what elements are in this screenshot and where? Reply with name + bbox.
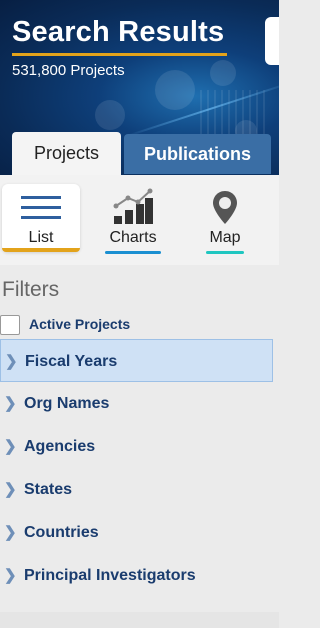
panel-footer <box>0 612 279 628</box>
chevron-right-icon: ❯ <box>4 481 17 498</box>
charts-underline <box>105 251 161 254</box>
filter-label: Principal Investigators <box>24 567 196 584</box>
title-underline <box>12 53 227 56</box>
view-charts-button[interactable]: Charts <box>100 184 166 254</box>
filter-label: Fiscal Years <box>25 353 118 370</box>
chevron-right-icon: ❯ <box>4 524 17 541</box>
map-pin-icon <box>213 191 237 224</box>
view-list-button[interactable]: List <box>2 184 80 252</box>
page-title: Search Results <box>12 16 225 48</box>
chevron-right-icon: ❯ <box>5 353 18 370</box>
bar-chart-icon <box>113 188 153 224</box>
filter-fiscal-years[interactable]: ❯ Fiscal Years <box>0 339 273 382</box>
active-projects-label[interactable]: Active Projects <box>29 316 130 332</box>
view-map-button[interactable]: Map <box>200 184 250 254</box>
filters-heading: Filters <box>2 278 60 301</box>
tab-projects[interactable]: Projects <box>12 132 121 175</box>
tab-publications[interactable]: Publications <box>124 134 271 174</box>
results-count: 531,800 Projects <box>12 62 125 79</box>
filter-agencies[interactable]: ❯ Agencies <box>0 425 273 468</box>
header-action-button[interactable] <box>265 17 279 65</box>
list-active-underline <box>2 248 80 252</box>
view-switcher: List Charts Map <box>0 175 279 265</box>
filter-label: Org Names <box>24 395 110 412</box>
chevron-right-icon: ❯ <box>4 438 17 455</box>
chevron-right-icon: ❯ <box>4 567 17 584</box>
filter-label: Agencies <box>24 438 96 455</box>
active-projects-checkbox[interactable] <box>0 315 20 335</box>
filter-org-names[interactable]: ❯ Org Names <box>0 382 273 425</box>
list-icon <box>21 196 61 219</box>
filter-states[interactable]: ❯ States <box>0 468 273 511</box>
filter-countries[interactable]: ❯ Countries <box>0 511 273 554</box>
filter-label: States <box>24 481 73 498</box>
view-list-label: List <box>28 229 54 246</box>
view-charts-label: Charts <box>109 229 157 246</box>
chevron-right-icon: ❯ <box>4 395 17 412</box>
map-underline <box>206 251 244 254</box>
filter-principal-investigators[interactable]: ❯ Principal Investigators <box>0 554 273 597</box>
view-map-label: Map <box>209 229 241 246</box>
filter-label: Countries <box>24 524 99 541</box>
